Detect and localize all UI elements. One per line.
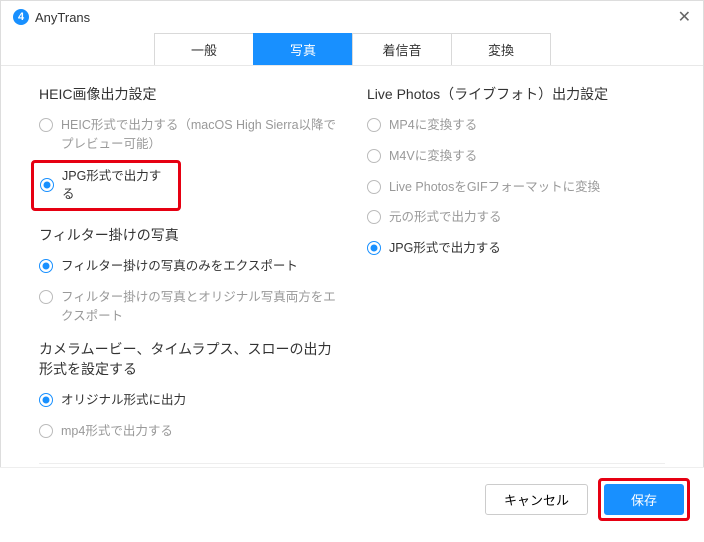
- radio-icon: [367, 241, 381, 255]
- option-label: 元の形式で出力する: [389, 208, 665, 227]
- tab-ringtone[interactable]: 着信音: [352, 33, 452, 65]
- option-label: JPG形式で出力する: [62, 167, 172, 205]
- option-label: フィルター掛けの写真とオリジナル写真両方をエクスポート: [61, 288, 337, 326]
- tab-general[interactable]: 一般: [154, 33, 254, 65]
- live-opt-original[interactable]: 元の形式で出力する: [367, 208, 665, 227]
- radio-icon: [39, 290, 53, 304]
- live-opt-mp4[interactable]: MP4に変換する: [367, 116, 665, 135]
- live-opt-jpg[interactable]: JPG形式で出力する: [367, 239, 665, 258]
- radio-icon: [39, 259, 53, 273]
- radio-icon: [40, 178, 54, 192]
- app-title: AnyTrans: [35, 10, 90, 25]
- option-label: JPG形式で出力する: [389, 239, 665, 258]
- heic-opt-heic[interactable]: HEIC形式で出力する（macOS High Sierra以降でプレビュー可能）: [39, 116, 337, 154]
- live-opt-gif[interactable]: Live PhotosをGIFフォーマットに変換: [367, 178, 665, 197]
- radio-icon: [367, 210, 381, 224]
- save-button[interactable]: 保存: [604, 484, 684, 515]
- camera-opt-original[interactable]: オリジナル形式に出力: [39, 391, 337, 410]
- option-label: オリジナル形式に出力: [61, 391, 337, 410]
- live-opt-m4v[interactable]: M4Vに変換する: [367, 147, 665, 166]
- tab-photo[interactable]: 写真: [253, 33, 353, 65]
- close-icon[interactable]: ✕: [678, 7, 691, 27]
- radio-icon: [39, 424, 53, 438]
- radio-icon: [39, 393, 53, 407]
- filter-section-title: フィルター掛けの写真: [39, 225, 337, 245]
- filter-opt-both[interactable]: フィルター掛けの写真とオリジナル写真両方をエクスポート: [39, 288, 337, 326]
- option-label: mp4形式で出力する: [61, 422, 337, 441]
- radio-icon: [367, 149, 381, 163]
- save-highlight: 保存: [598, 478, 690, 521]
- camera-section-title: カメラムービー、タイムラプス、スローの出力形式を設定する: [39, 339, 337, 379]
- option-label: フィルター掛けの写真のみをエクスポート: [61, 257, 337, 276]
- app-logo-icon: 4: [13, 9, 29, 25]
- tab-convert[interactable]: 変換: [451, 33, 551, 65]
- filter-opt-only[interactable]: フィルター掛けの写真のみをエクスポート: [39, 257, 337, 276]
- radio-icon: [367, 118, 381, 132]
- footer: キャンセル 保存: [0, 467, 704, 531]
- live-section-title: Live Photos（ライブフォト）出力設定: [367, 84, 665, 104]
- radio-icon: [39, 118, 53, 132]
- cancel-button[interactable]: キャンセル: [485, 484, 588, 515]
- heic-opt-jpg[interactable]: JPG形式で出力する: [31, 160, 181, 212]
- radio-icon: [367, 180, 381, 194]
- titlebar: 4 AnyTrans ✕: [1, 1, 703, 31]
- heic-section-title: HEIC画像出力設定: [39, 84, 337, 104]
- option-label: M4Vに変換する: [389, 147, 665, 166]
- option-label: HEIC形式で出力する（macOS High Sierra以降でプレビュー可能）: [61, 116, 337, 154]
- option-label: MP4に変換する: [389, 116, 665, 135]
- option-label: Live PhotosをGIFフォーマットに変換: [389, 178, 665, 197]
- camera-opt-mp4[interactable]: mp4形式で出力する: [39, 422, 337, 441]
- tabs: 一般 写真 着信音 変換: [1, 33, 703, 66]
